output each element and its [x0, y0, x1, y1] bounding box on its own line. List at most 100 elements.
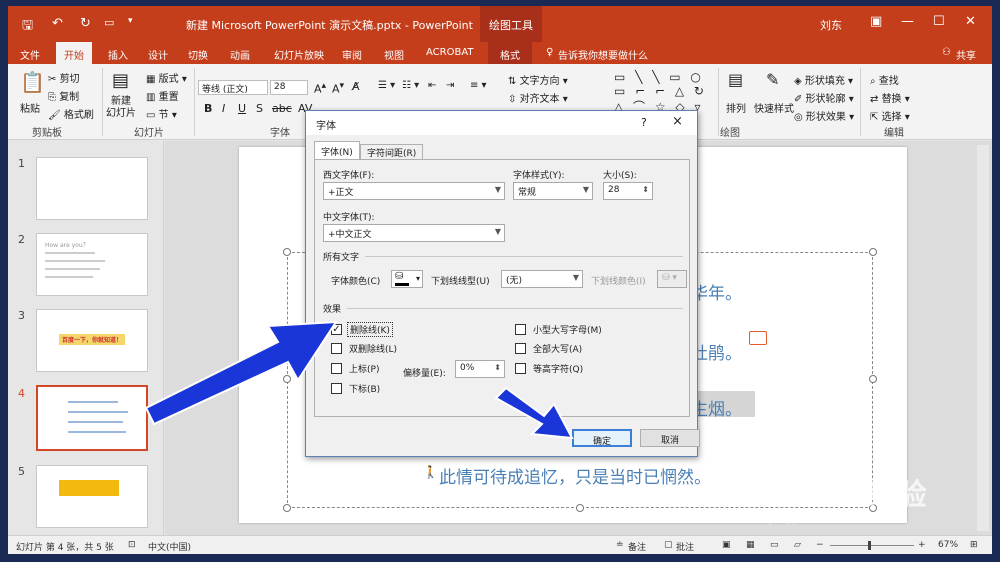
equalize-height-checkbox[interactable] — [515, 363, 526, 374]
format-painter-button[interactable]: 🖌 格式刷 — [48, 106, 94, 121]
new-slide-icon[interactable]: ▤ — [112, 70, 129, 91]
tab-file[interactable]: 文件 — [16, 45, 44, 64]
tab-font[interactable]: 字体(N) — [314, 141, 360, 159]
tab-transitions[interactable]: 切换 — [184, 45, 212, 64]
all-caps-checkbox[interactable] — [515, 343, 526, 354]
find-button[interactable]: ⌕ 查找 — [870, 72, 899, 87]
numbering-icon[interactable]: ☷ ▾ — [402, 80, 419, 91]
replace-button[interactable]: ⇄ 替换 ▾ — [870, 90, 910, 105]
subscript-label[interactable]: 下标(B) — [349, 382, 380, 395]
font-size-combo[interactable]: 28 — [270, 80, 308, 95]
all-caps-label[interactable]: 全部大写(A) — [533, 342, 582, 355]
copy-button[interactable]: ⎘ 复制 — [48, 88, 79, 103]
size-spinner[interactable]: 28 ⬍ — [603, 182, 653, 200]
bold-icon[interactable]: B — [204, 102, 212, 115]
tab-view[interactable]: 视图 — [380, 45, 408, 64]
font-name-combo[interactable]: 等线 (正文) — [198, 80, 268, 95]
slide-thumbnail-5[interactable] — [36, 465, 148, 528]
increase-font-icon[interactable]: A▴ — [314, 80, 326, 96]
paste-button[interactable]: 粘贴 — [20, 100, 40, 115]
resize-handle[interactable] — [869, 248, 877, 256]
share-button[interactable]: 共享 — [952, 45, 980, 64]
normal-view-icon[interactable]: ▣ — [722, 540, 731, 550]
resize-handle[interactable] — [576, 504, 584, 512]
close-icon[interactable]: × — [672, 114, 683, 129]
tab-home[interactable]: 开始 — [56, 42, 92, 64]
tab-character-spacing[interactable]: 字符间距(R) — [360, 144, 424, 159]
fit-slide-icon[interactable]: ⊞ — [970, 540, 978, 550]
ribbon-display-icon[interactable]: ▣ — [870, 14, 882, 29]
strikethrough-label[interactable]: 删除线(K) — [347, 322, 393, 337]
zoom-in-icon[interactable]: + — [918, 540, 926, 550]
slide-thumbnail-4[interactable] — [36, 385, 148, 451]
zoom-out-icon[interactable]: − — [816, 540, 824, 550]
decrease-indent-icon[interactable]: ⇤ — [428, 80, 436, 91]
tab-review[interactable]: 审阅 — [338, 45, 366, 64]
comment-icon[interactable] — [749, 331, 767, 345]
line-spacing-icon[interactable]: ≡ ▾ — [470, 80, 487, 91]
sorter-view-icon[interactable]: ▦ — [746, 540, 755, 550]
equalize-height-label[interactable]: 等高字符(Q) — [533, 362, 583, 375]
western-font-select[interactable]: +正文 ▼ — [323, 182, 505, 200]
user-name[interactable]: 刘东 — [820, 17, 842, 33]
double-strikethrough-label[interactable]: 双删除线(L) — [349, 342, 397, 355]
maximize-icon[interactable]: ☐ — [933, 14, 945, 29]
tab-insert[interactable]: 插入 — [104, 45, 132, 64]
spinner-arrows-icon[interactable]: ⬍ — [494, 363, 501, 372]
zoom-slider-thumb[interactable] — [868, 541, 871, 550]
new-slide-button[interactable]: 新建 幻灯片 — [106, 96, 136, 120]
shadow-icon[interactable]: S — [256, 102, 263, 115]
quick-styles-icon[interactable]: ✎ — [766, 70, 779, 89]
layout-button[interactable]: ▦ 版式 ▾ — [146, 70, 187, 85]
decrease-font-icon[interactable]: A▾ — [332, 80, 344, 96]
offset-spinner[interactable]: 0% ⬍ — [455, 360, 505, 378]
align-text-button[interactable]: ⇳ 对齐文本 ▾ — [508, 90, 568, 105]
cancel-button[interactable]: 取消 — [640, 429, 700, 447]
resize-handle[interactable] — [283, 248, 291, 256]
bullets-icon[interactable]: ☰ ▾ — [378, 80, 395, 91]
notes-button[interactable]: 备注 — [628, 540, 646, 553]
accessibility-icon[interactable]: ⊡ — [128, 540, 136, 550]
tab-format[interactable]: 格式 — [488, 42, 532, 64]
reading-view-icon[interactable]: ▭ — [770, 540, 779, 550]
shapes-gallery[interactable]: ▭ ╲ ╲ ▭ ○ ▭ ⌐ ⌐ △ ↻ △ ⌒ ☆ ◇ ▿ — [614, 70, 707, 115]
section-button[interactable]: ▭ 节 ▾ — [146, 106, 177, 121]
text-direction-button[interactable]: ⇅ 文字方向 ▾ — [508, 72, 568, 87]
slideshow-icon[interactable]: ▭ — [104, 16, 114, 29]
notes-icon[interactable]: ≐ — [616, 540, 624, 550]
shape-effects-button[interactable]: ◎ 形状效果 ▾ — [794, 108, 854, 123]
zoom-level[interactable]: 67% — [938, 540, 958, 550]
spinner-arrows-icon[interactable]: ⬍ — [642, 185, 649, 194]
reset-button[interactable]: ▥ 重置 — [146, 88, 179, 103]
language-indicator[interactable]: 中文(中国) — [148, 540, 191, 553]
arrange-button[interactable]: 排列 — [726, 100, 746, 115]
tab-animations[interactable]: 动画 — [226, 45, 254, 64]
increase-indent-icon[interactable]: ⇥ — [446, 80, 454, 91]
tab-design[interactable]: 设计 — [144, 45, 172, 64]
undo-icon[interactable]: ↶ — [52, 16, 63, 31]
slideshow-view-icon[interactable]: ▱ — [794, 540, 801, 550]
arrange-icon[interactable]: ▤ — [728, 70, 743, 89]
underline-icon[interactable]: U — [238, 102, 246, 115]
redo-icon[interactable]: ↻ — [80, 16, 91, 31]
quick-styles-button[interactable]: 快速样式 — [754, 100, 794, 115]
small-caps-checkbox[interactable] — [515, 324, 526, 335]
paste-icon[interactable]: 📋 — [20, 70, 45, 94]
tab-slideshow[interactable]: 幻灯片放映 — [270, 45, 328, 64]
save-icon[interactable]: 🖫 — [22, 16, 33, 38]
customize-qat-icon[interactable]: ▾ — [128, 16, 133, 26]
superscript-label[interactable]: 上标(P) — [349, 362, 379, 375]
close-window-icon[interactable]: ✕ — [965, 14, 976, 29]
strikethrough-icon[interactable]: abc — [272, 102, 292, 115]
small-caps-label[interactable]: 小型大写字母(M) — [533, 323, 602, 336]
tell-me-box[interactable]: 告诉我你想要做什么 — [554, 45, 652, 64]
slide-thumbnail-1[interactable] — [36, 157, 148, 220]
shape-fill-button[interactable]: ◈ 形状填充 ▾ — [794, 72, 853, 87]
resize-handle[interactable] — [869, 375, 877, 383]
tab-acrobat[interactable]: ACROBAT — [422, 45, 478, 60]
italic-icon[interactable]: I — [222, 102, 225, 115]
font-color-picker[interactable]: ⛁ ▾ — [391, 270, 423, 288]
font-style-select[interactable]: 常规 ▼ — [513, 182, 593, 200]
cut-button[interactable]: ✂ 剪切 — [48, 70, 80, 85]
minimize-icon[interactable]: — — [901, 14, 914, 29]
